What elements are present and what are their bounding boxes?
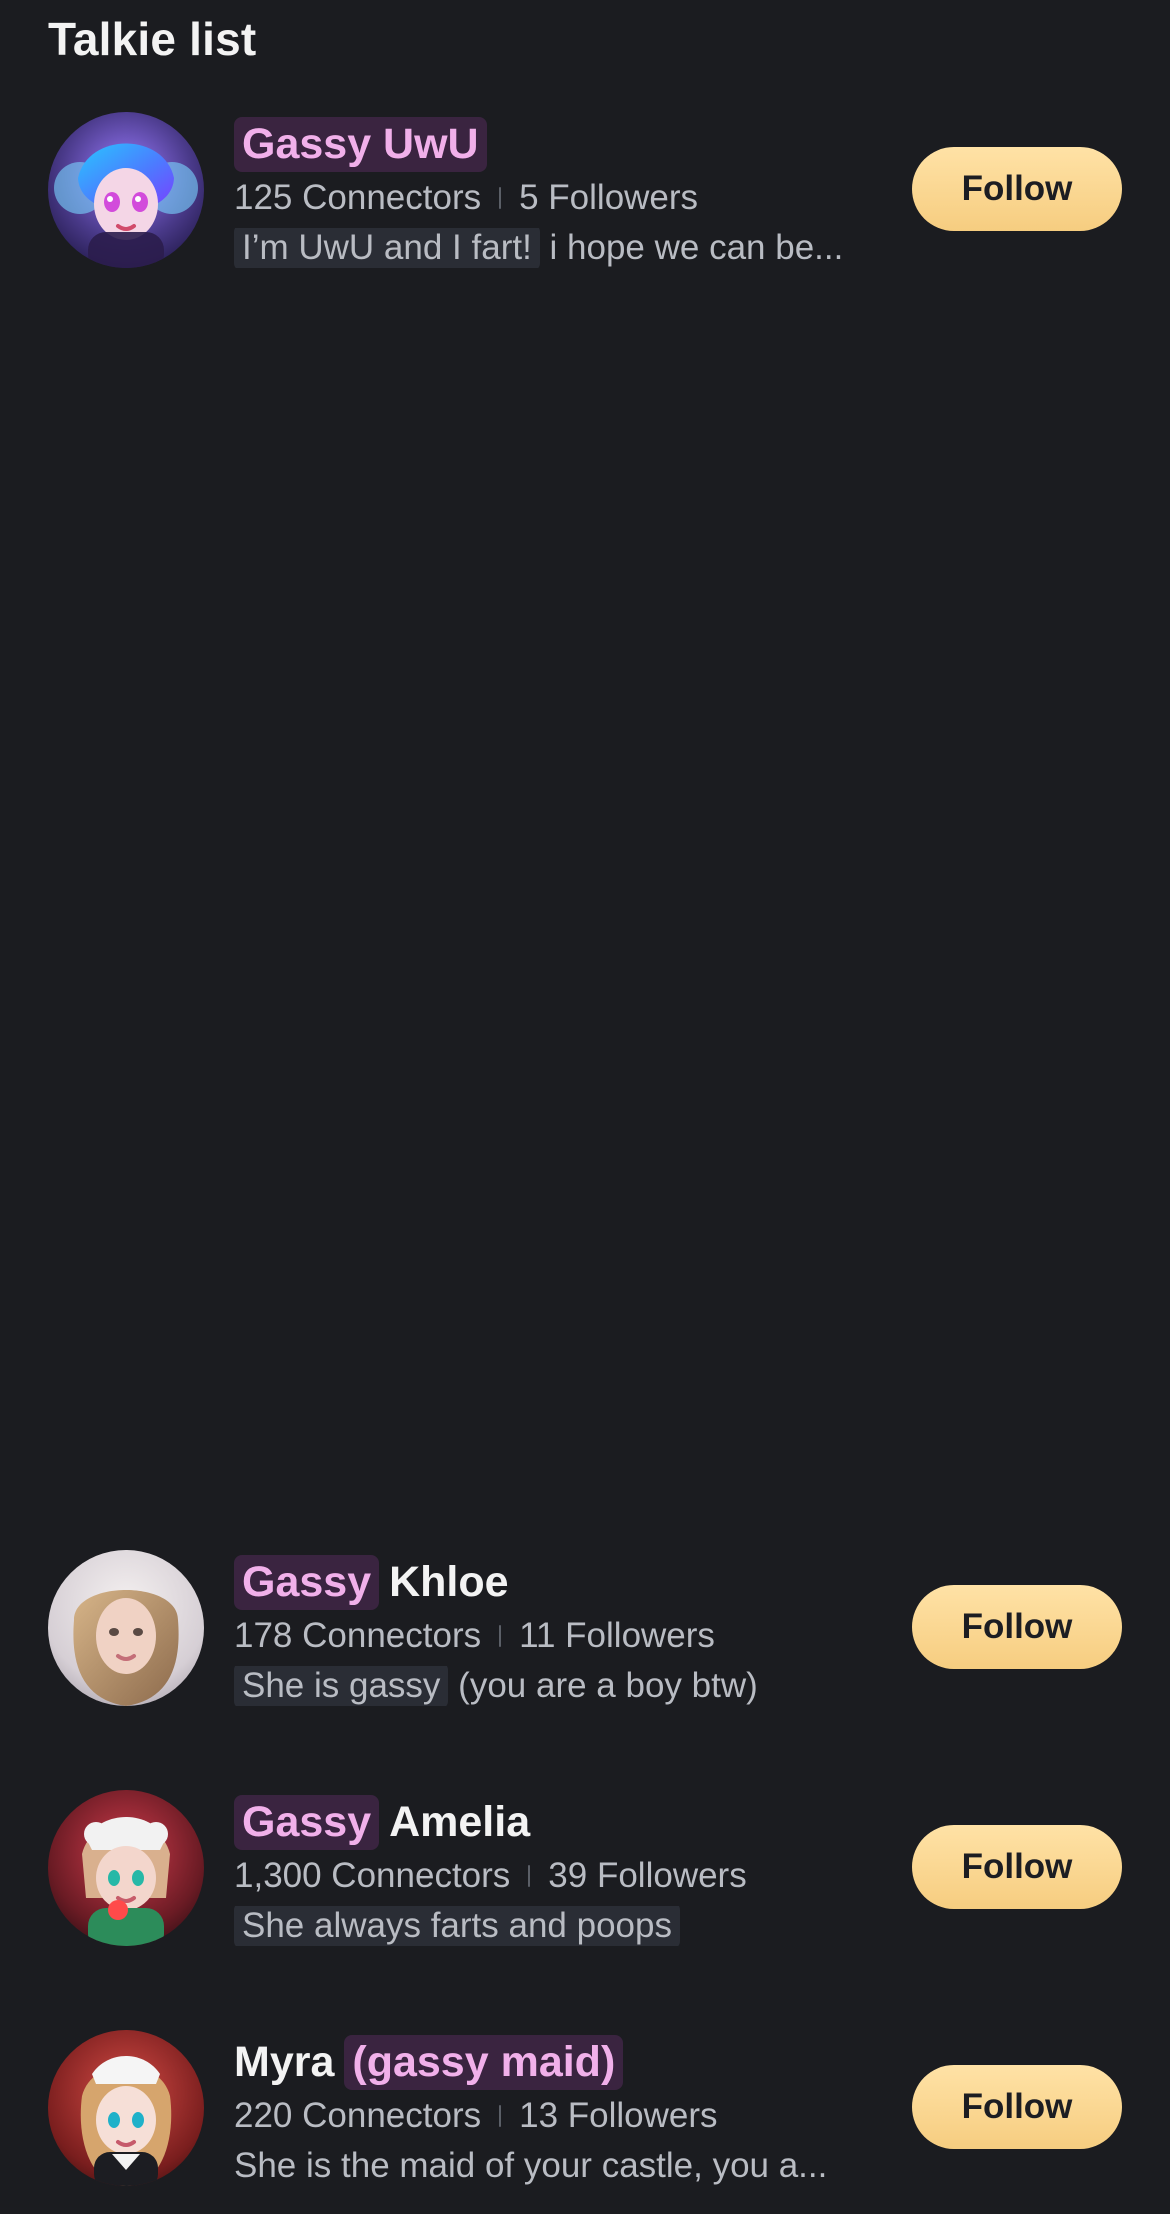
stats-divider xyxy=(528,1865,531,1887)
talkie-stats: 220 Connectors 13 Followers xyxy=(234,2096,862,2136)
page-title: Talkie list xyxy=(48,13,257,65)
list-item[interactable]: Gassy UwU 125 Connectors 5 Followers I’m… xyxy=(48,112,1122,282)
talkie-info: Gassy Khloe 178 Connectors 11 Followers … xyxy=(234,1550,862,1706)
woman-avatar-2 xyxy=(48,1550,204,1706)
talkie-stats: 178 Connectors 11 Followers xyxy=(234,1616,862,1656)
name-text: Khloe xyxy=(389,1557,509,1606)
description-highlight: She always farts and poops xyxy=(234,1906,680,1946)
list-item[interactable]: Myra (gassy maid) 220 Connectors 13 Foll… xyxy=(48,2030,1122,2200)
talkie-description: She is gassy (you are a boy btw) xyxy=(234,1666,862,1706)
talkie-description: She always farts and poops xyxy=(234,1906,862,1946)
stats-divider xyxy=(499,1625,502,1647)
avatar[interactable] xyxy=(48,1550,204,1706)
description-rest: i hope we can be... xyxy=(549,228,844,267)
connectors-count: 1,300 Connectors xyxy=(234,1856,511,1895)
followers-count: 11 Followers xyxy=(519,1616,715,1655)
name-highlight: Gassy UwU xyxy=(234,116,487,172)
avatar[interactable] xyxy=(48,1790,204,1946)
talkie-info: Myra (gassy maid) 220 Connectors 13 Foll… xyxy=(234,2030,862,2186)
follow-button[interactable]: Follow xyxy=(912,2065,1122,2149)
talkie-name: Myra (gassy maid) xyxy=(234,2030,862,2094)
followers-count: 13 Followers xyxy=(519,2096,718,2135)
talkie-info: Gassy Amelia 1,300 Connectors 39 Followe… xyxy=(234,1790,862,1946)
talkie-description: I’m UwU and I fart! i hope we can be... xyxy=(234,228,862,268)
connectors-count: 220 Connectors xyxy=(234,2096,482,2135)
stats-divider xyxy=(499,2105,502,2127)
followers-count: 5 Followers xyxy=(519,178,699,217)
talkie-name: Gassy Amelia xyxy=(234,1790,862,1854)
followers-count: 39 Followers xyxy=(548,1856,747,1895)
list-item[interactable]: Gassy Amelia 1,300 Connectors 39 Followe… xyxy=(48,1790,1122,1960)
description-rest: (you are a boy btw) xyxy=(458,1666,758,1705)
anime-maid-avatar-4 xyxy=(48,2030,204,2186)
talkie-stats: 1,300 Connectors 39 Followers xyxy=(234,1856,862,1896)
talkie-description: She is the maid of your castle, you a... xyxy=(234,2146,862,2186)
talkie-name: Gassy UwU xyxy=(234,112,862,176)
follow-button[interactable]: Follow xyxy=(912,1825,1122,1909)
name-highlight: Gassy xyxy=(234,1794,380,1850)
anime-girl-avatar-3 xyxy=(48,1790,204,1946)
name-highlight: (gassy maid) xyxy=(344,2034,624,2090)
name-text: Amelia xyxy=(389,1797,531,1846)
talkie-name: Gassy Khloe xyxy=(234,1550,862,1614)
stats-divider xyxy=(499,187,502,209)
description-highlight: I’m UwU and I fart! xyxy=(234,228,540,268)
connectors-count: 178 Connectors xyxy=(234,1616,482,1655)
list-item[interactable]: Gassy Khloe 178 Connectors 11 Followers … xyxy=(48,1550,1122,1720)
talkie-stats: 125 Connectors 5 Followers xyxy=(234,178,862,218)
name-highlight: Gassy xyxy=(234,1554,380,1610)
avatar[interactable] xyxy=(48,2030,204,2186)
talkie-info: Gassy UwU 125 Connectors 5 Followers I’m… xyxy=(234,112,862,268)
follow-button[interactable]: Follow xyxy=(912,147,1122,231)
description-highlight: She is gassy xyxy=(234,1666,449,1706)
connectors-count: 125 Connectors xyxy=(234,178,482,217)
avatar[interactable] xyxy=(48,112,204,268)
name-text: Myra xyxy=(234,2037,335,2086)
follow-button[interactable]: Follow xyxy=(912,1585,1122,1669)
anime-girl-avatar-1 xyxy=(48,112,204,268)
description-rest: She is the maid of your castle, you a... xyxy=(234,2146,828,2185)
